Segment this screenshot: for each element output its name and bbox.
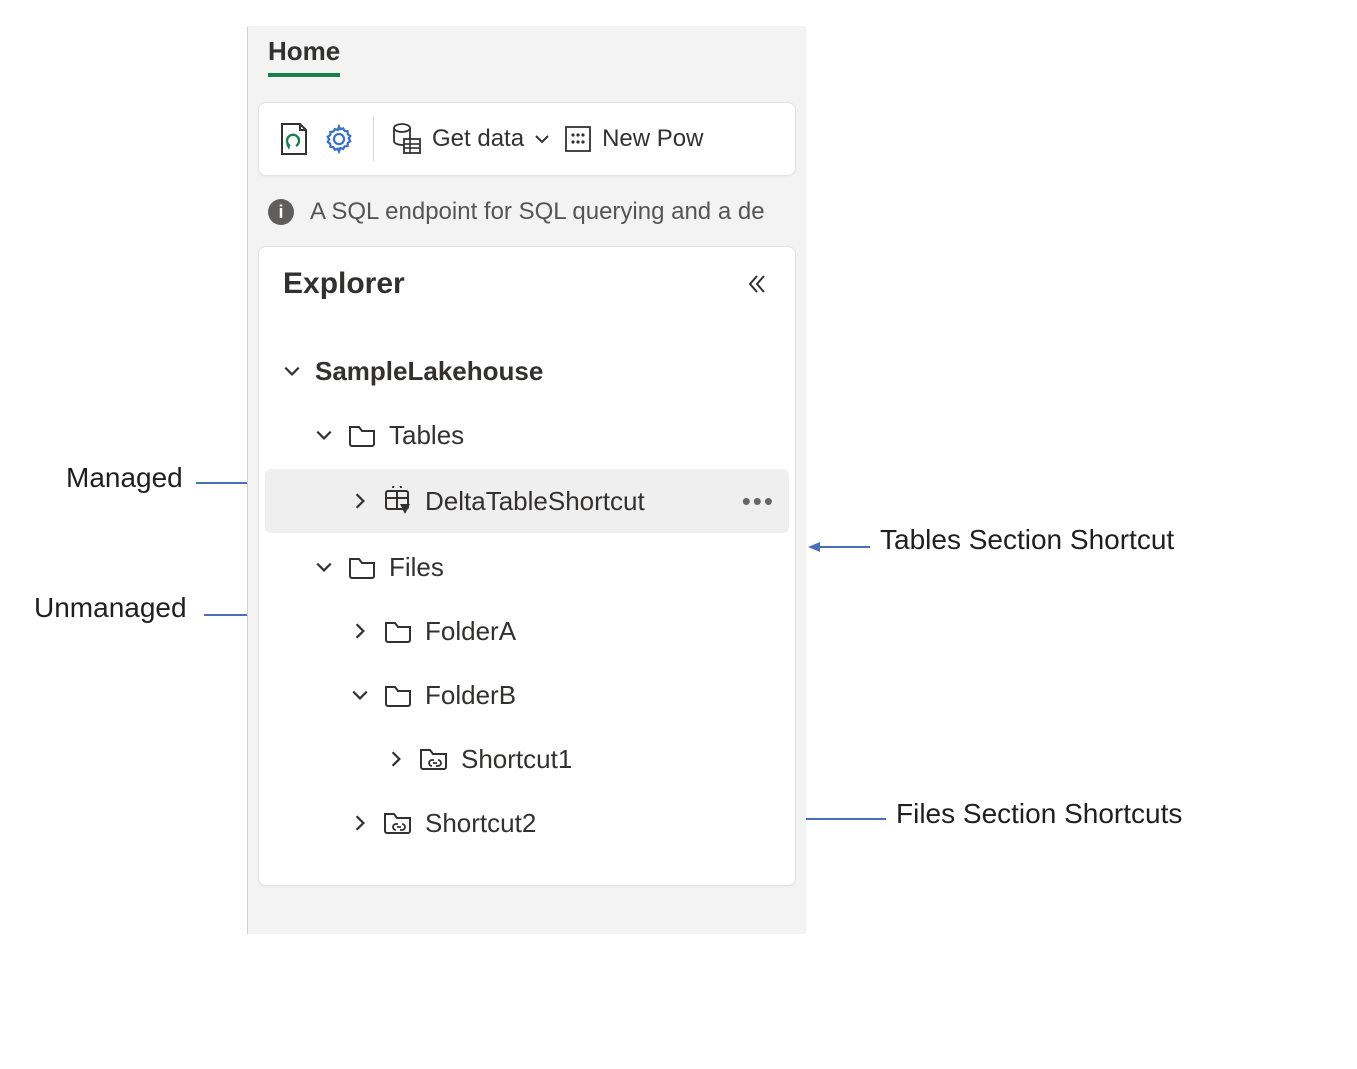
refresh-icon [278, 122, 308, 156]
database-table-icon [392, 123, 422, 155]
annotation-unmanaged: Unmanaged [34, 592, 187, 624]
explorer-tree: SampleLakehouse Tables [259, 311, 795, 855]
info-icon: i [268, 199, 294, 225]
toolbar-separator [373, 117, 374, 161]
tree-node-label: Files [389, 552, 444, 583]
chevron-double-left-icon [746, 273, 768, 295]
folder-shortcut-icon [419, 744, 449, 774]
tree-node-label: FolderA [425, 616, 516, 647]
chevron-down-icon[interactable] [281, 360, 303, 382]
folder-icon [347, 420, 377, 450]
get-data-label: Get data [432, 125, 524, 153]
tab-strip: Home [248, 26, 806, 94]
chevron-right-icon[interactable] [349, 620, 371, 642]
arrow-tables-shortcut [808, 540, 870, 554]
folder-icon [347, 552, 377, 582]
more-actions-button[interactable]: ••• [742, 486, 789, 517]
tab-home[interactable]: Home [268, 36, 340, 77]
folder-icon [383, 616, 413, 646]
explorer-title: Explorer [283, 267, 405, 301]
chevron-down-icon [534, 131, 550, 147]
toolbar: Get data New Pow [258, 102, 796, 176]
tree-node-folder-b[interactable]: FolderB [259, 663, 795, 727]
chevron-down-icon[interactable] [349, 684, 371, 706]
explorer-header: Explorer [259, 261, 795, 311]
tree-node-label: SampleLakehouse [315, 356, 543, 387]
info-text: A SQL endpoint for SQL querying and a de [310, 198, 765, 226]
settings-button[interactable] [323, 123, 355, 155]
tree-node-label: FolderB [425, 680, 516, 711]
explorer-panel: Explorer SampleLakehouse [258, 246, 796, 886]
tree-node-label: Shortcut1 [461, 744, 572, 775]
app-panel: Home [247, 26, 806, 934]
tree-node-shortcut2[interactable]: Shortcut2 [259, 791, 795, 855]
tree-node-tables[interactable]: Tables [259, 403, 795, 467]
info-bar: i A SQL endpoint for SQL querying and a … [248, 176, 806, 236]
chevron-down-icon[interactable] [313, 424, 335, 446]
folder-icon [383, 680, 413, 710]
get-data-button[interactable]: Get data [392, 123, 550, 155]
chevron-right-icon[interactable] [385, 748, 407, 770]
new-pow-button[interactable]: New Pow [564, 125, 703, 153]
tree-node-folder-a[interactable]: FolderA [259, 599, 795, 663]
annotation-managed: Managed [66, 462, 183, 494]
annotation-tables-shortcut: Tables Section Shortcut [880, 524, 1174, 556]
tree-node-label: Shortcut2 [425, 808, 536, 839]
tree-node-shortcut1[interactable]: Shortcut1 [259, 727, 795, 791]
chevron-down-icon[interactable] [313, 556, 335, 578]
tree-node-label: Tables [389, 420, 464, 451]
chevron-right-icon[interactable] [349, 812, 371, 834]
grid-icon [564, 125, 592, 153]
annotation-files-shortcuts: Files Section Shortcuts [896, 798, 1182, 830]
collapse-panel-button[interactable] [743, 270, 771, 298]
folder-shortcut-icon [383, 808, 413, 838]
refresh-button[interactable] [277, 123, 309, 155]
table-shortcut-icon [383, 486, 413, 516]
tree-node-delta-shortcut[interactable]: DeltaTableShortcut ••• [265, 469, 789, 533]
gear-icon [324, 124, 354, 154]
tree-node-label: DeltaTableShortcut [425, 486, 645, 517]
chevron-right-icon[interactable] [349, 490, 371, 512]
new-pow-label: New Pow [602, 125, 703, 153]
tree-node-lakehouse[interactable]: SampleLakehouse [259, 339, 795, 403]
tree-node-files[interactable]: Files [259, 535, 795, 599]
